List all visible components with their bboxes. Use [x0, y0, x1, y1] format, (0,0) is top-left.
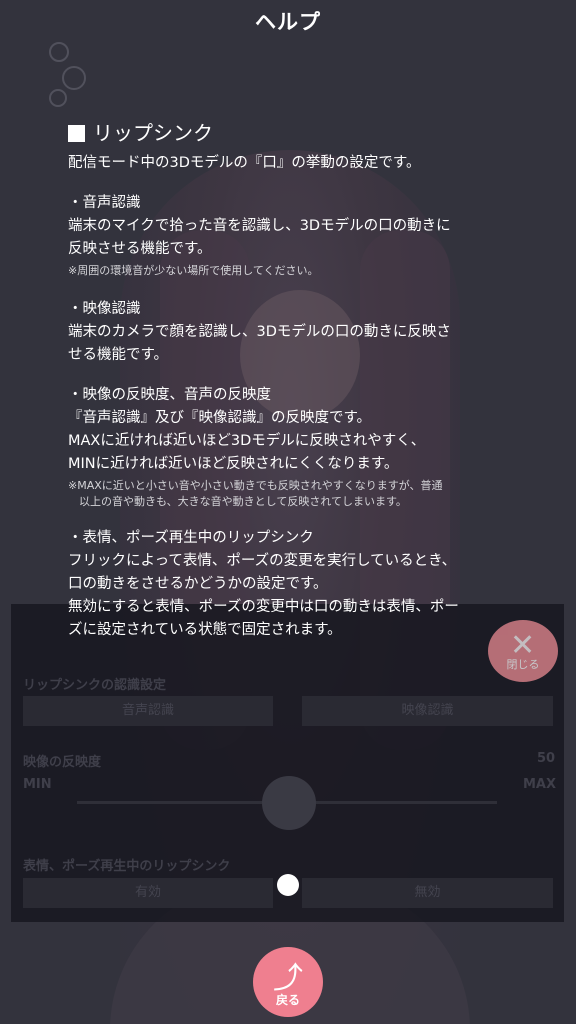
audio-recognition-button[interactable]: 音声認識 — [23, 696, 273, 726]
video-recognition-button[interactable]: 映像認識 — [302, 696, 553, 726]
section-note: ※周囲の環境音が少ない場所で使用してください。 — [68, 264, 319, 277]
section-line: せる機能です。 — [68, 347, 169, 363]
help-section-expression: ・表情、ポーズ再生中のリップシンク フリックによって表情、ポーズの変更を実行して… — [68, 526, 508, 642]
section-line: MAXに近ければ近いほど3Dモデルに反映されやすく、 — [68, 433, 426, 449]
help-section-levels: ・映像の反映度、音声の反映度 『音声認識』及び『映像認識』の反映度です。 MAX… — [68, 383, 508, 510]
section-note: 以上の音や動きも、大きな音や動きとして反映されてしまいます。 — [68, 495, 407, 508]
help-heading-text: リップシンク — [93, 121, 213, 145]
lipsync-settings-label: リップシンクの認識設定 — [23, 678, 167, 693]
section-line: 反映させる機能です。 — [68, 241, 212, 257]
decoration-icon — [49, 42, 86, 107]
section-line: MINに近ければ近いほど反映されにくくなります。 — [68, 456, 399, 472]
slider-max-label: MAX — [523, 777, 557, 792]
back-button[interactable]: ⤴ 戻る — [253, 947, 323, 1017]
toggle-indicator — [277, 874, 299, 896]
help-intro: 配信モード中の3Dモデルの『口』の挙動の設定です。 — [68, 155, 421, 171]
section-line: 端末のカメラで顔を認識し、3Dモデルの口の動きに反映さ — [68, 324, 451, 340]
section-line: 端末のマイクで拾った音を認識し、3Dモデルの口の動きに — [68, 218, 451, 234]
section-line: ズに設定されている状態で固定されます。 — [68, 622, 342, 638]
section-title: ・表情、ポーズ再生中のリップシンク — [68, 530, 314, 546]
section-line: フリックによって表情、ポーズの変更を実行しているとき、 — [68, 553, 457, 569]
section-note: ※MAXに近いと小さい音や小さい動きでも反映されやすくなりますが、普通 — [68, 479, 443, 492]
expression-lipsync-label: 表情、ポーズ再生中のリップシンク — [23, 859, 231, 874]
page-title: ヘルプ — [255, 10, 321, 34]
video-level-value: 50 — [537, 751, 556, 766]
video-level-slider-knob[interactable] — [262, 776, 316, 830]
help-section-audio: ・音声認識 端末のマイクで拾った音を認識し、3Dモデルの口の動きに 反映させる機… — [68, 191, 508, 279]
section-line: 無効にすると表情、ポーズの変更中は口の動きは表情、ポー — [68, 599, 459, 615]
close-button-label: 閉じる — [506, 658, 540, 671]
section-title: ・映像の反映度、音声の反映度 — [68, 387, 271, 403]
section-title: ・音声認識 — [68, 195, 141, 211]
disabled-button[interactable]: 無効 — [302, 878, 553, 908]
back-button-label: 戻る — [275, 993, 300, 1007]
video-level-label: 映像の反映度 — [23, 755, 102, 770]
enabled-button[interactable]: 有効 — [23, 878, 273, 908]
section-line: 口の動きをさせるかどうかの設定です。 — [68, 576, 328, 592]
slider-min-label: MIN — [23, 777, 52, 792]
help-heading: リップシンク — [68, 118, 508, 148]
help-content: リップシンク 配信モード中の3Dモデルの『口』の挙動の設定です。 ・音声認識 端… — [68, 118, 508, 642]
square-bullet-icon — [68, 124, 85, 142]
help-section-video: ・映像認識 端末のカメラで顔を認識し、3Dモデルの口の動きに反映さ せる機能です… — [68, 297, 508, 367]
section-title: ・映像認識 — [68, 301, 141, 317]
section-line: 『音声認識』及び『映像認識』の反映度です。 — [68, 410, 372, 426]
